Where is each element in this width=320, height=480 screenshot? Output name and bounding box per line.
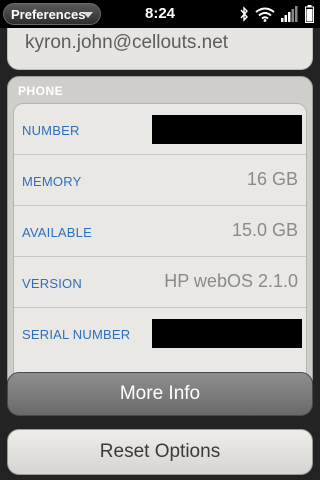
row-value: 16 GB [246,169,298,189]
row-label: VERSION [22,276,82,291]
signal-bars-icon [281,6,299,22]
status-icons [240,4,314,24]
app-menu-label: Preferences [11,6,86,22]
reset-options-button[interactable]: Reset Options [7,429,313,475]
row-serial-number: SERIAL NUMBER [14,308,306,359]
redacted-phone-number [152,115,302,144]
wifi-icon [255,7,275,22]
row-version: VERSION HP webOS 2.1.0 [14,257,306,308]
more-info-button[interactable]: More Info [7,372,313,416]
reset-options-label: Reset Options [99,441,221,462]
row-available: AVAILABLE 15.0 GB [14,206,306,257]
chevron-down-icon [83,12,93,18]
phone-info-list: NUMBER MEMORY 16 GB AVAILABLE 15.0 GB VE… [13,103,307,383]
row-value: 15.0 GB [231,220,298,240]
bluetooth-icon [240,6,249,22]
row-label: NUMBER [22,123,80,138]
phone-info-group: PHONE NUMBER MEMORY 16 GB AVAILABLE 15.0… [7,76,313,390]
phone-section-header: PHONE [18,84,64,98]
row-value: HP webOS 2.1.0 [164,271,298,291]
row-label: MEMORY [22,174,82,189]
app-menu-button[interactable]: Preferences [3,3,101,25]
row-number: NUMBER [14,104,306,155]
account-email: kyron.john@cellouts.net [25,32,229,53]
row-label: AVAILABLE [22,225,92,240]
row-memory: MEMORY 16 GB [14,155,306,206]
status-bar: Preferences 8:24 [0,0,320,28]
redacted-serial-number [152,319,302,348]
preferences-content: kyron.john@cellouts.net PHONE NUMBER MEM… [0,28,320,480]
more-info-label: More Info [119,383,201,404]
row-label: SERIAL NUMBER [22,327,131,342]
battery-icon [305,5,314,23]
account-card: kyron.john@cellouts.net [7,28,313,70]
